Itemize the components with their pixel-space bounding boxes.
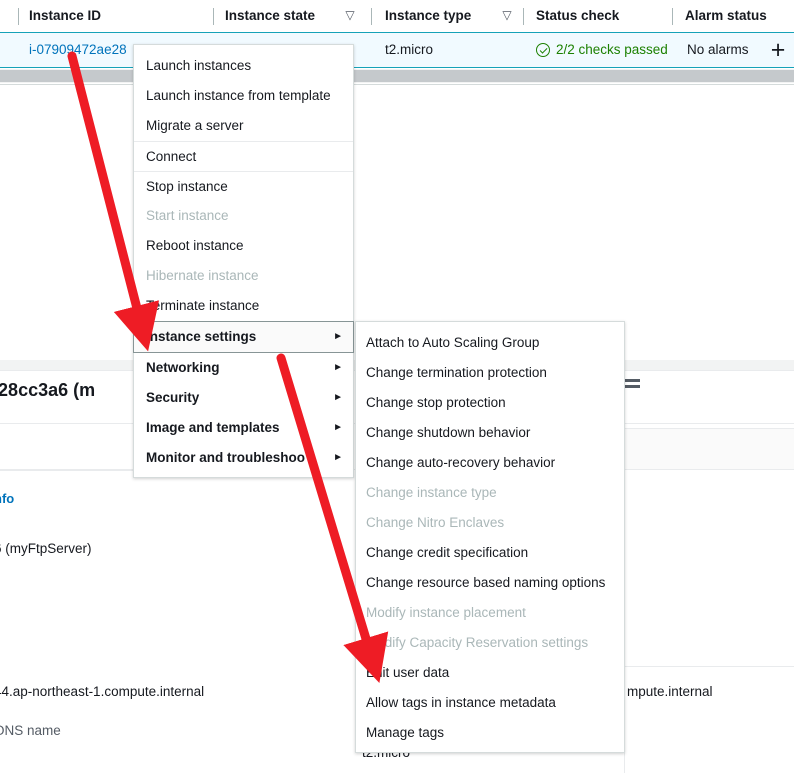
- chevron-right-icon: ►: [333, 331, 343, 342]
- chevron-right-icon: ►: [333, 392, 343, 403]
- check-circle-icon: [536, 43, 550, 57]
- menu-item-reboot-instance[interactable]: Reboot instance: [134, 231, 353, 261]
- menu-item-label: Instance settings: [146, 329, 257, 344]
- submenu-item-change-resource-based-naming-options[interactable]: Change resource based naming options: [356, 568, 624, 598]
- menu-item-launch-instance-from-template[interactable]: Launch instance from template: [134, 81, 353, 111]
- submenu-item-edit-user-data[interactable]: Edit user data: [356, 658, 624, 688]
- actions-menu[interactable]: Launch instances Launch instance from te…: [133, 44, 354, 478]
- column-header-instance-id[interactable]: Instance ID: [29, 6, 101, 26]
- menu-item-instance-settings[interactable]: Instance settings ►: [133, 321, 354, 353]
- submenu-item-attach-to-auto-scaling-group[interactable]: Attach to Auto Scaling Group: [356, 328, 624, 358]
- panel-shaded-cell: [624, 429, 794, 469]
- panel-row-divider: [624, 469, 794, 470]
- panel-row-divider: [624, 666, 794, 667]
- submenu-item-modify-capacity-reservation-settings: Modify Capacity Reservation settings: [366, 635, 589, 650]
- kebab-menu-icon[interactable]: [624, 379, 640, 391]
- menu-item-start-instance: Start instance: [146, 208, 229, 223]
- menu-item-migrate-a-server[interactable]: Migrate a server: [134, 111, 353, 141]
- submenu-item-change-auto-recovery-behavior[interactable]: Change auto-recovery behavior: [356, 448, 624, 478]
- field-label-dns-name: ONS name: [0, 723, 61, 738]
- instance-settings-submenu[interactable]: Attach to Auto Scaling Group Change term…: [355, 321, 625, 753]
- column-divider: [213, 8, 214, 25]
- menu-item-stop-instance[interactable]: Stop instance: [134, 171, 353, 201]
- info-link[interactable]: nfo: [0, 490, 14, 508]
- column-divider: [371, 8, 372, 25]
- submenu-item-modify-instance-placement: Modify instance placement: [366, 605, 526, 620]
- panel-row-divider: [0, 470, 133, 471]
- field-value-private-dns: 44.ap-northeast-1.compute.internal: [0, 684, 205, 699]
- screen: Instance ID Instance state ▽ Instance ty…: [0, 0, 794, 773]
- column-header-status-check[interactable]: Status check: [536, 6, 619, 26]
- field-value-name: 6 (myFtpServer): [0, 541, 92, 556]
- menu-item-label: Monitor and troubleshoo: [146, 450, 305, 465]
- menu-item-label: Networking: [146, 360, 220, 375]
- sort-descending-icon[interactable]: ▽: [344, 9, 356, 22]
- column-divider: [672, 8, 673, 25]
- menu-item-launch-instances[interactable]: Launch instances: [134, 51, 353, 81]
- menu-item-connect[interactable]: Connect: [134, 141, 353, 171]
- chevron-right-icon: ►: [333, 422, 343, 433]
- column-header-alarm-status[interactable]: Alarm status: [685, 6, 767, 26]
- menu-item-label: Security: [146, 390, 200, 405]
- menu-padding: [356, 748, 624, 752]
- submenu-item-change-nitro-enclaves: Change Nitro Enclaves: [366, 515, 505, 530]
- menu-item-terminate-instance[interactable]: Terminate instance: [134, 291, 353, 321]
- menu-item-label: Image and templates: [146, 420, 280, 435]
- submenu-item-change-stop-protection[interactable]: Change stop protection: [356, 388, 624, 418]
- sort-descending-icon[interactable]: ▽: [501, 9, 513, 22]
- chevron-right-icon: ►: [333, 362, 343, 373]
- cell-instance-id[interactable]: i-07909472ae28: [29, 40, 127, 60]
- field-value-public-dns: mpute.internal: [627, 684, 713, 699]
- column-divider: [18, 8, 19, 25]
- cell-status-check: 2/2 checks passed: [556, 42, 668, 57]
- menu-item-hibernate-instance: Hibernate instance: [146, 268, 259, 283]
- submenu-item-change-shutdown-behavior[interactable]: Change shutdown behavior: [356, 418, 624, 448]
- plus-icon[interactable]: +: [768, 38, 788, 63]
- instances-table-header: Instance ID Instance state ▽ Instance ty…: [0, 0, 794, 33]
- cell-instance-type: t2.micro: [385, 42, 434, 57]
- submenu-item-change-instance-type: Change instance type: [366, 485, 497, 500]
- submenu-item-change-termination-protection[interactable]: Change termination protection: [356, 358, 624, 388]
- column-header-instance-state[interactable]: Instance state: [225, 6, 315, 26]
- menu-item-security[interactable]: Security ►: [134, 383, 353, 413]
- column-header-instance-type[interactable]: Instance type: [385, 6, 471, 26]
- table-row[interactable]: i-07909472ae28 Running ⚭⚬ t2.micro 2/2 c…: [0, 33, 794, 89]
- chevron-right-icon: ►: [333, 452, 343, 463]
- submenu-item-allow-tags-in-instance-metadata[interactable]: Allow tags in instance metadata: [356, 688, 624, 718]
- submenu-item-change-credit-specification[interactable]: Change credit specification: [356, 538, 624, 568]
- menu-item-networking[interactable]: Networking ►: [134, 353, 353, 383]
- submenu-item-manage-tags[interactable]: Manage tags: [356, 718, 624, 748]
- column-divider: [523, 8, 524, 25]
- cell-alarm-status: No alarms: [687, 42, 749, 57]
- menu-padding: [134, 473, 353, 477]
- horizontal-scrollbar-thumb[interactable]: [0, 70, 794, 82]
- menu-item-monitor-and-troubleshoot[interactable]: Monitor and troubleshoo ►: [134, 443, 353, 473]
- page-title: 72ae28cc3a6 (m: [0, 380, 96, 400]
- menu-item-image-and-templates[interactable]: Image and templates ►: [134, 413, 353, 443]
